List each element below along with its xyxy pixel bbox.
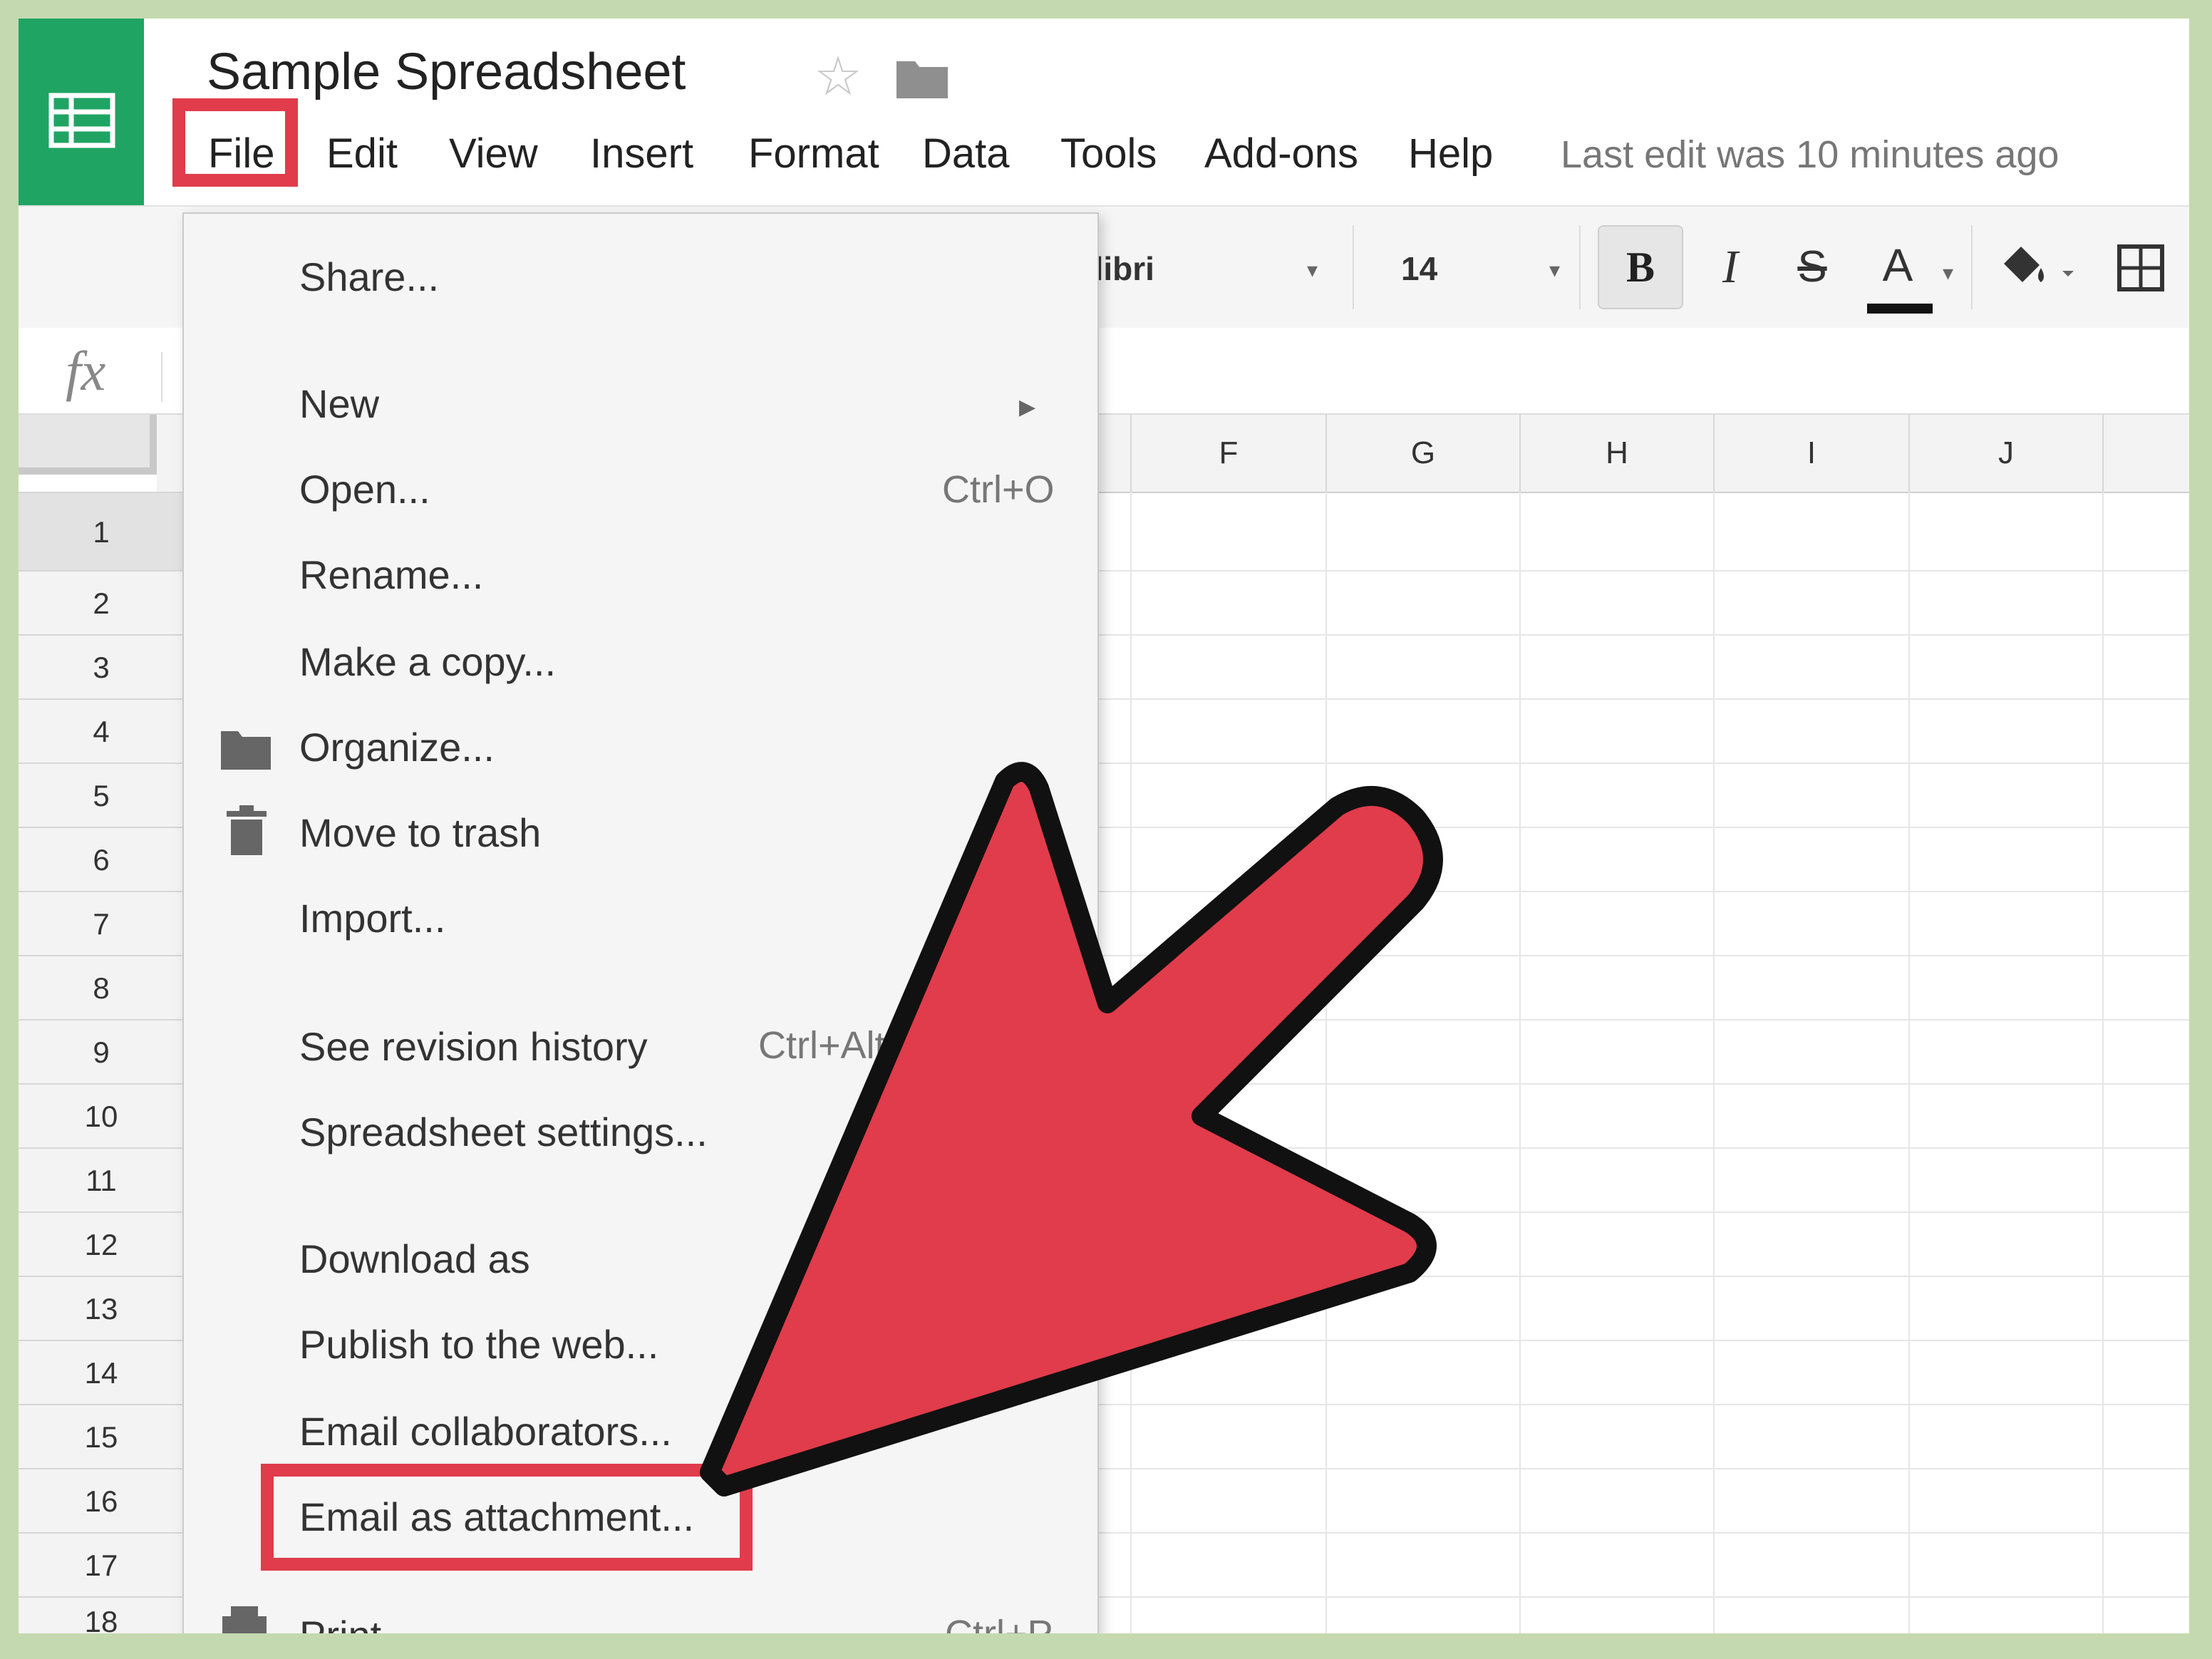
red-arrow-pointer xyxy=(700,762,1443,1497)
app-window: Sample Spreadsheet ☆ File Edit View Inse… xyxy=(19,19,2189,1633)
